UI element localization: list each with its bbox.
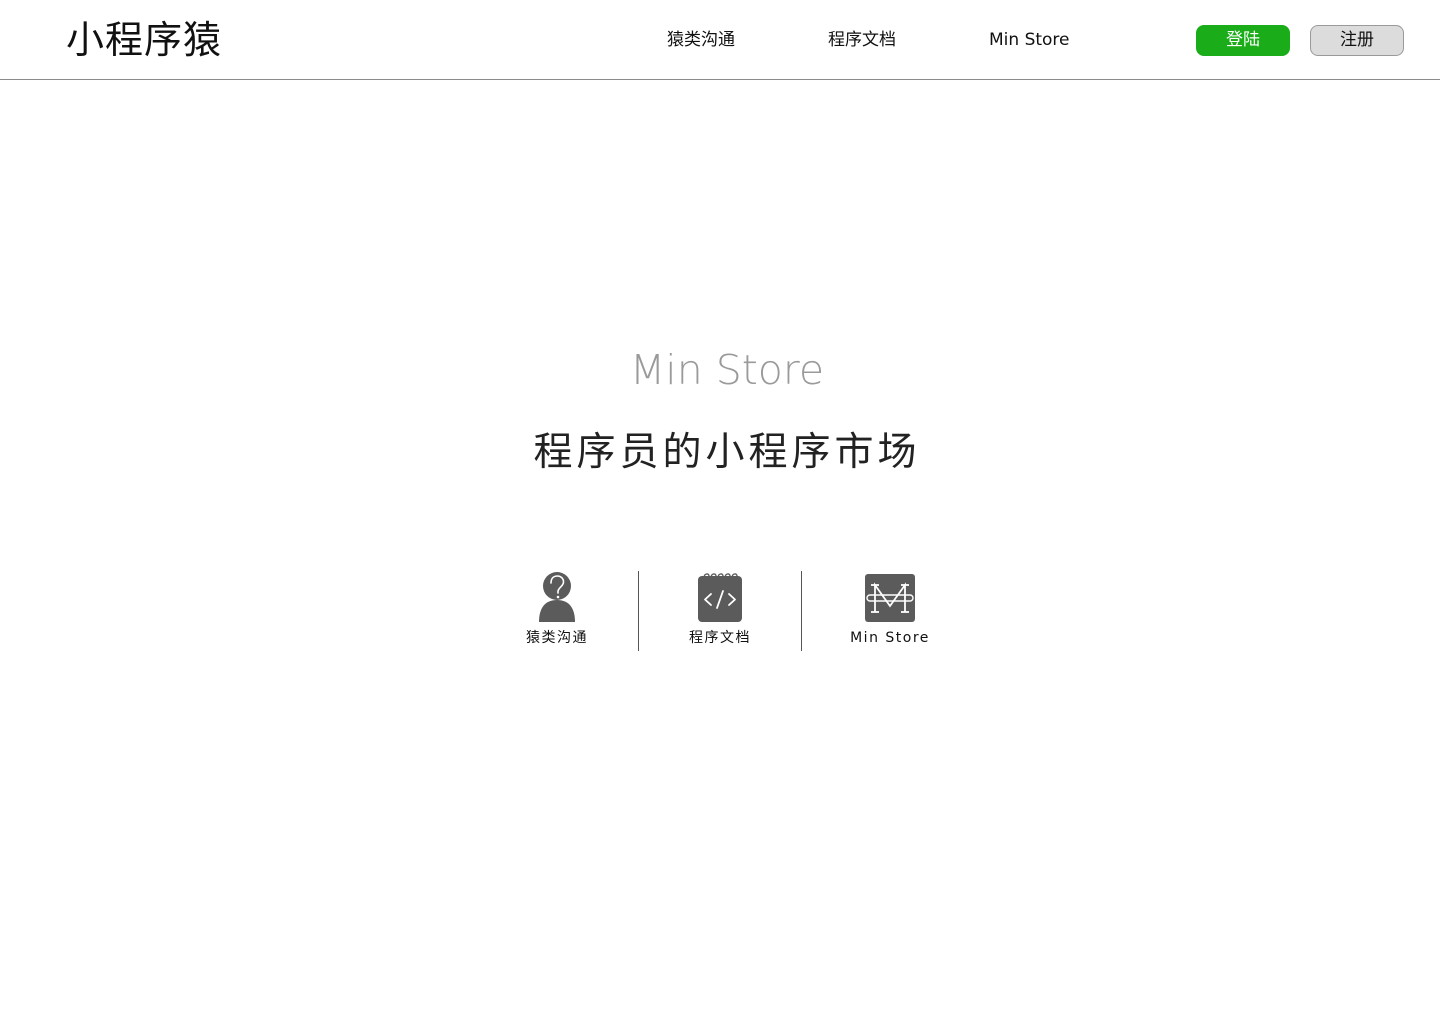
feature-ape-chat[interactable]: 猿类沟通 [517,572,597,647]
register-button[interactable]: 注册 [1310,25,1404,56]
feature-label: 程序文档 [689,630,751,646]
top-header: 小程序猿 猿类沟通 程序文档 Min Store 登陆 注册 [0,0,1440,80]
feature-label: Min Store [850,630,930,646]
min-store-icon [865,574,915,622]
divider [638,571,639,651]
hero-title: Min Store [629,346,825,394]
hero-subtitle: 程序员的小程序市场 [533,430,921,475]
question-person-icon [539,572,575,622]
divider [801,571,802,651]
nav-link-min-store[interactable]: Min Store [989,28,1070,52]
nav-link-ape-chat[interactable]: 猿类沟通 [667,28,735,52]
login-button[interactable]: 登陆 [1196,25,1290,56]
feature-label: 猿类沟通 [526,630,588,646]
code-notebook-icon [698,573,742,622]
feature-program-docs[interactable]: 程序文档 [680,572,760,647]
feature-min-store[interactable]: Min Store [845,572,935,647]
site-logo[interactable]: 小程序猿 [66,16,222,64]
nav-link-program-docs[interactable]: 程序文档 [828,28,896,52]
